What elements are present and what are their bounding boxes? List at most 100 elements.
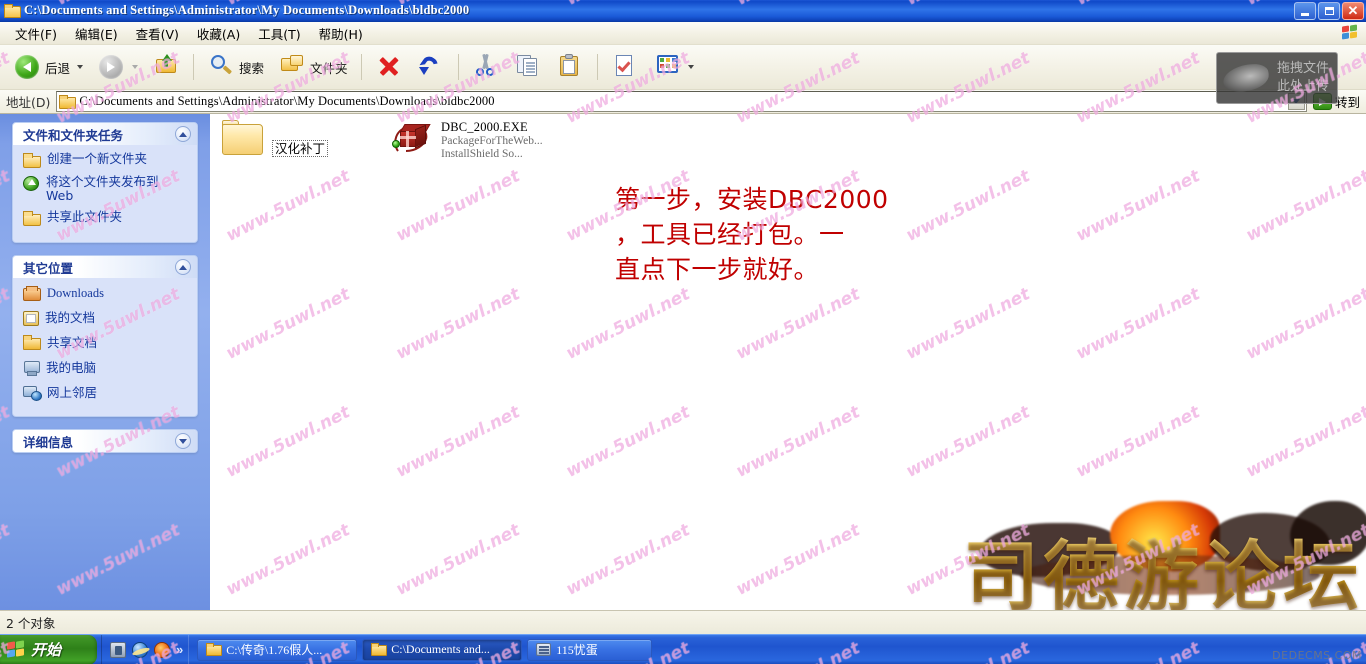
copy-icon: [514, 53, 542, 81]
cut-button[interactable]: [465, 49, 507, 85]
back-dropdown-icon[interactable]: [77, 65, 84, 69]
address-input[interactable]: C:\Documents and Settings\Administrator\…: [56, 91, 1307, 112]
taskbar-button-label: 115忧蛋: [556, 643, 598, 657]
file-item-folder[interactable]: 汉化补丁: [220, 120, 329, 160]
scissors-icon: [472, 53, 500, 81]
task-publish-to-web[interactable]: 将这个文件夹发布到 Web: [23, 175, 189, 203]
start-button[interactable]: 开始: [0, 634, 97, 664]
status-object-count: 2 个对象: [6, 616, 56, 631]
address-bar: 地址(D) C:\Documents and Settings\Administ…: [0, 90, 1366, 114]
back-arrow-icon: [13, 53, 41, 81]
task-label-share-folder: 共享此文件夹: [47, 209, 123, 224]
folders-icon: [278, 53, 306, 81]
up-folder-icon: [152, 53, 180, 81]
forward-dropdown-icon[interactable]: [132, 65, 139, 69]
menu-help[interactable]: 帮助(H): [310, 22, 372, 45]
windows-flag-icon: [7, 639, 26, 659]
publish-web-icon: [23, 176, 39, 191]
folders-button[interactable]: 文件夹: [271, 49, 355, 85]
views-dropdown-icon[interactable]: [687, 65, 694, 69]
task-label-create-folder: 创建一个新文件夹: [47, 151, 148, 166]
taskbar-button-label: C:\传奇\1.76假人...: [226, 643, 323, 657]
task-create-new-folder[interactable]: 创建一个新文件夹: [23, 152, 189, 168]
annotation-text: 第一步，安装DBC2000 ，工具已经打包。一 直点下一步就好。: [615, 185, 889, 284]
menu-file[interactable]: 文件(F): [6, 22, 66, 45]
drag-upload-overlay[interactable]: 拖拽文件 此处上传: [1216, 52, 1338, 104]
menu-tools[interactable]: 工具(T): [249, 22, 309, 45]
quick-launch-overflow-icon[interactable]: »: [176, 643, 183, 656]
place-my-computer[interactable]: 我的电脑: [23, 357, 189, 376]
title-bar: C:\Documents and Settings\Administrator\…: [0, 0, 1366, 22]
back-button[interactable]: 后退: [6, 49, 90, 85]
properties-button[interactable]: [604, 49, 646, 85]
downloads-folder-icon: [23, 286, 41, 301]
views-button[interactable]: [646, 49, 701, 85]
close-button[interactable]: ✕: [1342, 2, 1364, 20]
taskbar-button-0[interactable]: C:\传奇\1.76假人...: [197, 638, 358, 661]
place-label-my-computer: 我的电脑: [46, 360, 97, 375]
delete-button[interactable]: [368, 49, 410, 85]
toolbar-separator-3: [457, 54, 459, 80]
task-share-folder[interactable]: 共享此文件夹: [23, 210, 189, 226]
panel-header-tasks[interactable]: 文件和文件夹任务: [13, 123, 197, 145]
minimize-button[interactable]: [1294, 2, 1316, 20]
task-sidebar: 文件和文件夹任务 创建一个新文件夹 将这个文件夹发布到 Web 共享此文件夹 其…: [0, 114, 210, 610]
place-my-documents[interactable]: 我的文档: [23, 307, 189, 326]
place-label-shared-documents: 共享文档: [47, 335, 98, 350]
collapse-chevron-up-icon[interactable]: [175, 126, 191, 142]
paste-clipboard-icon: [556, 53, 584, 81]
folder-icon: [206, 643, 223, 656]
panel-title-details: 详细信息: [23, 434, 74, 450]
file-name-label: DBC_2000.EXE: [441, 120, 528, 134]
internet-explorer-icon[interactable]: [132, 641, 148, 658]
taskbar-button-2[interactable]: 115忧蛋: [527, 638, 653, 661]
collapse-chevron-down-icon[interactable]: [175, 433, 191, 449]
menu-view[interactable]: 查看(V): [127, 22, 188, 45]
installshield-package-icon: [388, 118, 436, 160]
place-label-my-documents: 我的文档: [45, 310, 96, 325]
file-list-pane[interactable]: 汉化补丁 DBC_2000.EXE PackageForTheWeb... In…: [210, 114, 1366, 610]
collapse-chevron-up-icon[interactable]: [175, 259, 191, 275]
toolbar-separator-2: [360, 54, 362, 80]
search-button[interactable]: 搜索: [200, 49, 271, 85]
shared-documents-icon: [23, 334, 41, 350]
paste-button[interactable]: [549, 49, 591, 85]
panel-body-tasks: 创建一个新文件夹 将这个文件夹发布到 Web 共享此文件夹: [13, 145, 197, 242]
undo-button[interactable]: [410, 49, 452, 85]
undo-arrow-icon: [417, 53, 445, 81]
panel-title-tasks: 文件和文件夹任务: [23, 127, 124, 143]
panel-other-places: 其它位置 Downloads 我的文档 共享文档 我的电脑 网上邻居: [12, 255, 198, 417]
drag-upload-text: 拖拽文件 此处上传: [1277, 60, 1329, 96]
place-shared-documents[interactable]: 共享文档: [23, 332, 189, 351]
address-value: C:\Documents and Settings\Administrator\…: [79, 94, 495, 108]
panel-header-details[interactable]: 详细信息: [13, 430, 197, 452]
taskbar-button-1[interactable]: C:\Documents and...: [362, 638, 523, 661]
maximize-button[interactable]: [1318, 2, 1340, 20]
menu-favorites[interactable]: 收藏(A): [188, 22, 249, 45]
go-label: 转到: [1334, 95, 1360, 110]
toolbar: 后退 搜索 文件夹: [0, 45, 1366, 90]
folder-icon: [220, 120, 266, 160]
up-button[interactable]: [145, 49, 187, 85]
back-label: 后退: [45, 60, 71, 76]
taskbar-button-label: C:\Documents and...: [391, 642, 490, 656]
panel-title-other-places: 其它位置: [23, 260, 74, 276]
panel-details: 详细信息: [12, 429, 198, 453]
place-downloads[interactable]: Downloads: [23, 285, 189, 301]
copy-button[interactable]: [507, 49, 549, 85]
file-sub-line-1: PackageForTheWeb...: [441, 135, 543, 147]
taskbar: 开始 » C:\传奇\1.76假人... C:\Documents and...…: [0, 634, 1366, 664]
panel-header-other-places[interactable]: 其它位置: [13, 256, 197, 278]
address-folder-icon: [59, 94, 77, 109]
dedecms-footer-text: DEDECMS.COM: [1272, 649, 1362, 662]
xp-explorer-window: C:\Documents and Settings\Administrator\…: [0, 0, 1366, 664]
place-network-places[interactable]: 网上邻居: [23, 382, 189, 401]
menu-edit[interactable]: 编辑(E): [66, 22, 127, 45]
file-item-executable[interactable]: DBC_2000.EXE PackageForTheWeb... Install…: [388, 118, 543, 161]
search-icon: [207, 53, 235, 81]
firefox-icon[interactable]: [154, 641, 170, 658]
forward-button[interactable]: [90, 49, 145, 85]
drag-line-2: 此处上传: [1276, 79, 1329, 94]
media-player-icon[interactable]: [110, 641, 126, 658]
toolbar-separator-1: [193, 54, 195, 80]
